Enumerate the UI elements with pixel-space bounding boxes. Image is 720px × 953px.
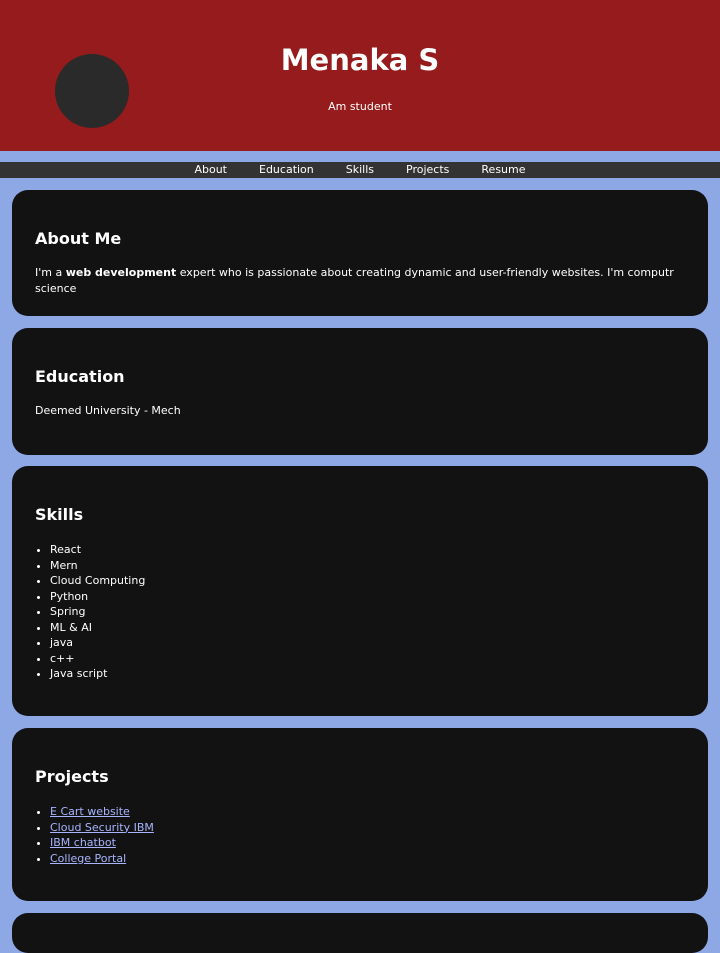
about-text: I'm a web development expert who is pass…	[35, 265, 685, 297]
project-link-cloud-security[interactable]: Cloud Security IBM	[50, 821, 154, 834]
skill-item: React	[50, 542, 685, 558]
header: Menaka S Am student	[0, 0, 720, 151]
site-title: Menaka S	[280, 43, 440, 77]
skill-item: Java script	[50, 666, 685, 682]
project-item: E Cart website	[50, 804, 685, 820]
main-nav: About Education Skills Projects Resume	[0, 162, 720, 178]
project-link-chatbot[interactable]: IBM chatbot	[50, 836, 116, 849]
projects-section: Projects E Cart website Cloud Security I…	[12, 728, 708, 901]
skill-item: c++	[50, 651, 685, 667]
projects-heading: Projects	[35, 767, 109, 786]
projects-list: E Cart website Cloud Security IBM IBM ch…	[35, 804, 685, 866]
resume-section	[12, 913, 708, 953]
nav-link-education[interactable]: Education	[243, 162, 330, 178]
skills-list: React Mern Cloud Computing Python Spring…	[35, 542, 685, 682]
nav-link-projects[interactable]: Projects	[390, 162, 465, 178]
nav-link-about[interactable]: About	[178, 162, 243, 178]
education-section: Education Deemed University - Mech	[12, 328, 708, 455]
skill-item: Cloud Computing	[50, 573, 685, 589]
skill-item: Mern	[50, 558, 685, 574]
project-link-ecart[interactable]: E Cart website	[50, 805, 130, 818]
education-heading: Education	[35, 367, 125, 386]
project-item: Cloud Security IBM	[50, 820, 685, 836]
skills-section: Skills React Mern Cloud Computing Python…	[12, 466, 708, 716]
skill-item: Spring	[50, 604, 685, 620]
about-heading: About Me	[35, 229, 122, 248]
project-item: College Portal	[50, 851, 685, 867]
skill-item: java	[50, 635, 685, 651]
skill-item: ML & AI	[50, 620, 685, 636]
nav-link-skills[interactable]: Skills	[330, 162, 390, 178]
about-text-start: I'm a	[35, 266, 66, 279]
skills-heading: Skills	[35, 505, 84, 524]
education-text: Deemed University - Mech	[35, 404, 181, 417]
skill-item: Python	[50, 589, 685, 605]
project-item: IBM chatbot	[50, 835, 685, 851]
site-tagline: Am student	[328, 100, 392, 113]
about-text-highlight: web development	[65, 266, 177, 279]
project-link-college-portal[interactable]: College Portal	[50, 852, 126, 865]
nav-link-resume[interactable]: Resume	[465, 162, 541, 178]
about-section: About Me I'm a web development expert wh…	[12, 190, 708, 316]
